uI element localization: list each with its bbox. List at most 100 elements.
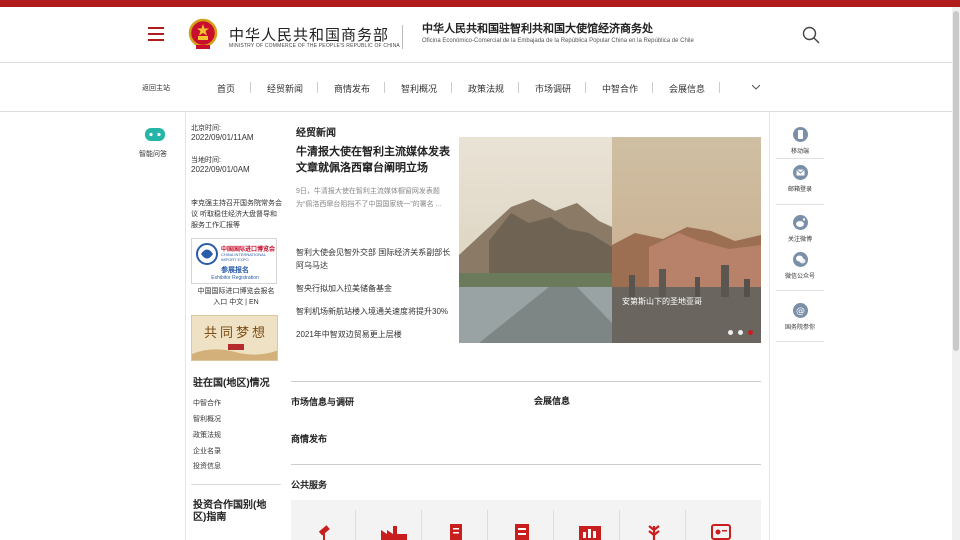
page-scrollbar[interactable] xyxy=(952,7,960,540)
news-list-item[interactable]: 智利机场新航站楼入境通关速度将提升30% xyxy=(296,305,456,318)
document-icon xyxy=(450,524,462,540)
state-council-button[interactable]: @ 国务院参你 xyxy=(784,303,816,331)
wechat-label: 微信公众号 xyxy=(784,274,815,280)
country-link-cooperation[interactable]: 中智合作 xyxy=(193,398,221,408)
ciie-banner[interactable]: 中国国际进口博览会 CHINA INTERNATIONAL IMPORT EXP… xyxy=(191,238,277,284)
nav-separator xyxy=(250,82,251,93)
nav-item-trade-news[interactable]: 经贸新闻 xyxy=(267,82,303,95)
service-tile-identity[interactable] xyxy=(687,510,752,540)
country-link-investment[interactable]: 投资信息 xyxy=(193,461,221,471)
nav-separator xyxy=(585,82,586,93)
news-carousel[interactable]: 安第斯山下的圣地亚哥 xyxy=(459,137,761,343)
nav-separator xyxy=(384,82,385,93)
nav-item-market-research[interactable]: 市场调研 xyxy=(535,82,571,95)
wheat-icon xyxy=(648,525,660,540)
country-link-overview[interactable]: 智利概况 xyxy=(193,414,221,424)
form-icon xyxy=(515,524,529,540)
nav-separator xyxy=(652,82,653,93)
nav-item-business-info[interactable]: 商情发布 xyxy=(334,82,370,95)
state-council-news-link[interactable]: 李克强主持召开国务院常务会议 听取稳住经济大盘督导和服务工作汇报等 xyxy=(191,198,283,231)
right-column-border xyxy=(769,112,770,540)
carousel-dot[interactable] xyxy=(738,330,743,335)
service-tile-agriculture[interactable] xyxy=(621,510,686,540)
market-research-title[interactable]: 市场信息与调研 xyxy=(291,395,354,408)
service-tile-documents[interactable] xyxy=(423,510,488,540)
id-card-icon xyxy=(711,524,731,540)
office-name-cn: 中华人民共和国驻智利共和国大使馆经济商务处 xyxy=(422,23,653,35)
nav-separator xyxy=(451,82,452,93)
scrollbar-thumb[interactable] xyxy=(953,11,959,351)
nav-item-cooperation[interactable]: 中智合作 xyxy=(602,82,638,95)
right-separator xyxy=(776,341,824,342)
national-emblem-icon[interactable] xyxy=(188,18,218,50)
ministry-name-cn[interactable]: 中华人民共和国商务部 xyxy=(229,24,389,45)
service-tile-legal[interactable] xyxy=(291,510,356,540)
country-link-policy[interactable]: 政策法规 xyxy=(193,430,221,440)
chevron-down-icon[interactable] xyxy=(752,83,760,91)
nav-back-home[interactable]: 返回主站 xyxy=(142,83,170,93)
mobile-site-label: 移动端 xyxy=(790,149,809,155)
right-separator xyxy=(776,204,824,205)
andes-santiago-photo xyxy=(459,137,761,343)
ciie-title-en: CHINA INTERNATIONAL IMPORT EXPO xyxy=(221,252,266,262)
chart-icon xyxy=(579,526,601,540)
common-dream-banner[interactable]: 共同梦想 xyxy=(191,315,278,361)
menu-icon[interactable] xyxy=(148,27,164,41)
business-info-title[interactable]: 商情发布 xyxy=(291,432,327,445)
lead-article-title[interactable]: 牛清报大使在智利主流媒体发表文章就佩洛西窜台阐明立场 xyxy=(296,144,452,176)
ministry-name-en: MINISTRY OF COMMERCE OF THE PEOPLE'S REP… xyxy=(229,43,400,49)
left-column-border xyxy=(185,112,186,540)
service-tile-statistics[interactable] xyxy=(555,510,620,540)
nav-separator xyxy=(518,82,519,93)
site-header: 中华人民共和国商务部 MINISTRY OF COMMERCE OF THE P… xyxy=(0,7,952,63)
wechat-icon xyxy=(792,252,808,267)
news-list-item[interactable]: 智央行拟加入拉美储备基金 xyxy=(296,282,456,295)
nav-item-policy[interactable]: 政策法规 xyxy=(468,82,504,95)
carousel-dot-active[interactable] xyxy=(748,330,753,335)
email-login-label: 邮箱登录 xyxy=(787,187,812,193)
gavel-icon xyxy=(318,525,330,540)
trade-news-title[interactable]: 经贸新闻 xyxy=(296,124,336,139)
factory-icon xyxy=(381,526,407,540)
service-tile-forms[interactable] xyxy=(489,510,554,540)
nav-item-exhibitions[interactable]: 会展信息 xyxy=(669,82,705,95)
chatbot-icon xyxy=(145,128,165,141)
carousel-dot[interactable] xyxy=(728,330,733,335)
main-nav: 返回主站 首页 经贸新闻 商情发布 智利概况 政策法规 市场调研 中智合作 会展… xyxy=(0,62,952,112)
local-time-label: 当地时间: xyxy=(191,157,221,164)
nav-item-home[interactable]: 首页 xyxy=(217,82,235,95)
header-divider xyxy=(402,25,403,49)
mail-icon xyxy=(792,165,808,180)
weibo-button[interactable]: 关注微博 xyxy=(784,215,816,243)
weibo-icon xyxy=(792,215,808,230)
section-divider xyxy=(291,381,761,382)
weibo-label: 关注微博 xyxy=(787,237,812,243)
wechat-button[interactable]: 微信公众号 xyxy=(784,252,816,280)
chatbot-label[interactable]: 智能问答 xyxy=(139,149,167,159)
nav-item-chile-overview[interactable]: 智利概况 xyxy=(401,82,437,95)
public-services-title: 公共服务 xyxy=(291,480,328,490)
country-link-companies[interactable]: 企业名录 xyxy=(193,446,221,456)
chatbot-button[interactable] xyxy=(140,126,170,149)
carousel-pagination xyxy=(723,322,753,340)
search-icon[interactable] xyxy=(802,26,820,44)
email-login-button[interactable]: 邮箱登录 xyxy=(784,165,816,193)
public-services-bar xyxy=(291,500,761,540)
state-council-label: 国务院参你 xyxy=(784,325,815,331)
beijing-time-value: 2022/09/01/11AM xyxy=(191,133,254,142)
beijing-time-label: 北京时间: xyxy=(191,125,221,132)
service-tile-industry[interactable] xyxy=(357,510,422,540)
mobile-site-button[interactable]: 移动端 xyxy=(784,127,816,155)
right-separator xyxy=(776,290,824,291)
ciie-register-cn: 参展报名 xyxy=(221,267,249,274)
svg-text:@: @ xyxy=(796,307,805,317)
mobile-icon xyxy=(792,127,808,142)
lead-article-summary: 9日，牛清报大使在智利主流媒体橱窗网发表题为“佩洛西窜台阻挡不了中国国家统一”的… xyxy=(296,188,442,208)
investment-guide-title[interactable]: 投资合作国别(地区)指南 xyxy=(193,500,275,524)
ciie-caption[interactable]: 中国国际进口博览会报名入口 中文 | EN xyxy=(196,286,276,308)
office-name-es: Oficina Económico-Comercial de la Embaja… xyxy=(422,38,694,44)
exhibition-info-title[interactable]: 会展信息 xyxy=(534,394,570,407)
news-list-item[interactable]: 智利大使会见智外交部 国际经济关系副部长阿乌马达 xyxy=(296,246,456,272)
news-list-item[interactable]: 2021年中智双边贸易更上层楼 xyxy=(296,328,456,341)
left-divider xyxy=(191,484,281,485)
